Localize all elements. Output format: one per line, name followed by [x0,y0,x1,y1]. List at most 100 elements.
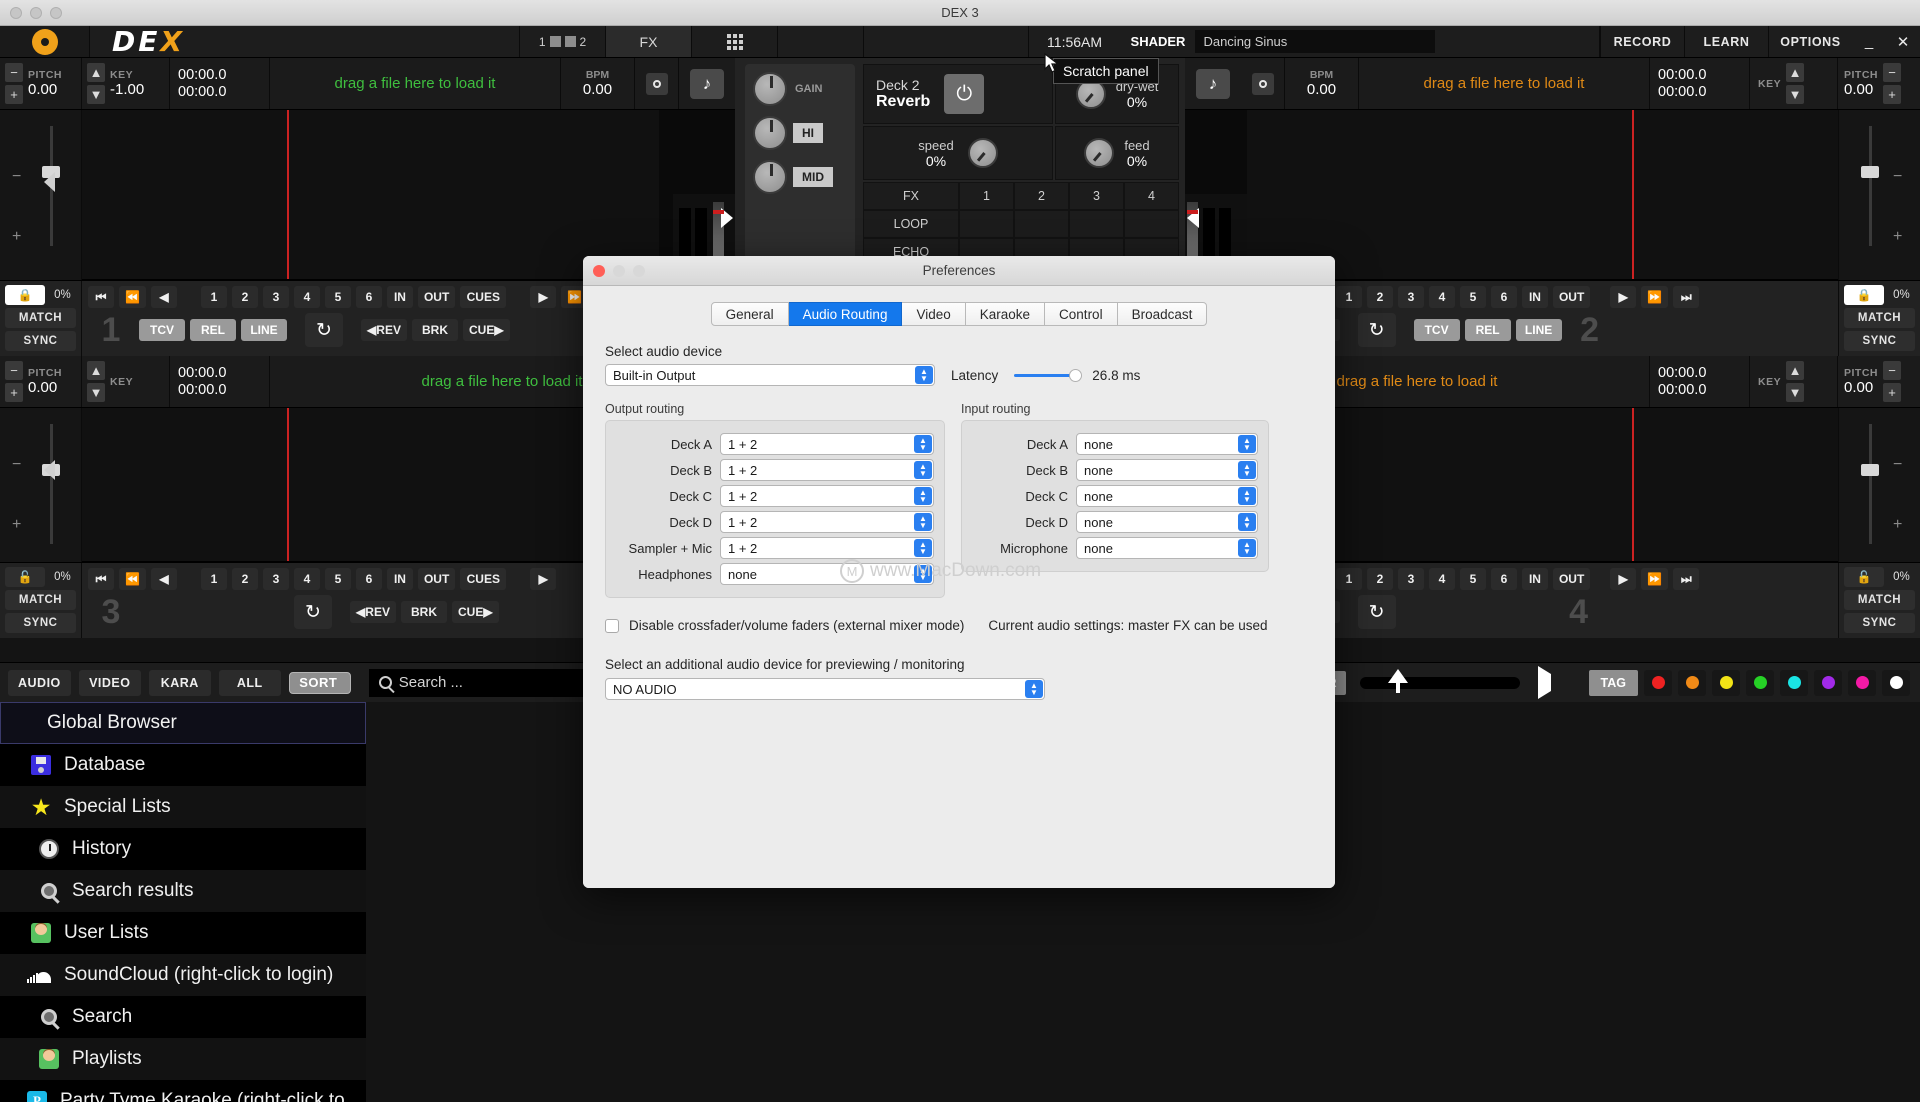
loop-toggle-icon-3[interactable]: ↻ [294,595,332,629]
gain-knob[interactable] [753,72,787,106]
match-button[interactable]: MATCH [5,308,76,328]
key-down-button-2[interactable]: ▼ [1786,85,1805,104]
learn-button[interactable]: LEARN [1684,26,1768,57]
fx-panel-button[interactable]: FX [606,26,692,57]
deck-1-key-control[interactable]: ▲ ▼ KEY -1.00 [82,58,170,109]
tab-audio-routing[interactable]: Audio Routing [788,302,903,326]
output-select-deck-d[interactable]: 1 + 2 ▲ ▼ [720,511,934,533]
hotcue-5[interactable]: 5 [324,286,351,308]
deck-1-waveform[interactable] [82,110,659,279]
tag-color-cyan[interactable] [1780,669,1808,696]
play-button-3[interactable]: ▶ [530,568,557,590]
sort-button[interactable]: SORT [288,671,351,694]
sidebar-item-special-lists[interactable]: ★ Special Lists [0,786,366,828]
pitch-range-value[interactable]: 0% [49,285,76,305]
keylock-button-4[interactable]: 🔓 [1844,567,1884,587]
input-select-deck-a[interactable]: none ▲ ▼ [1076,433,1258,455]
sync-button-3[interactable]: SYNC [5,613,76,633]
sync-button-2[interactable]: SYNC [1844,331,1915,351]
sidebar-item-playlists[interactable]: Playlists [0,1038,366,1080]
hotcue-2-1[interactable]: 1 [1335,286,1362,308]
pitch-down-button-3[interactable]: − [5,361,23,380]
loop-toggle-icon[interactable]: ↻ [305,313,343,347]
key-up-button[interactable]: ▲ [87,63,105,82]
deck-1-pitch-control[interactable]: − + PITCH 0.00 [0,58,82,109]
hotcue-2-4[interactable]: 4 [1428,286,1455,308]
deck-1-volume-fader[interactable]: + − [0,110,82,280]
tab-video[interactable]: Video [902,302,966,326]
loop-out-button-2[interactable]: OUT [1552,286,1591,308]
match-button-3[interactable]: MATCH [5,590,76,610]
deck-selector-1-2-button[interactable]: 12 [520,26,606,57]
sidebar-item-search-results[interactable]: Search results [0,870,366,912]
disable-faders-checkbox[interactable] [605,618,619,633]
line-button[interactable]: LINE [241,319,287,341]
key-up-button-2[interactable]: ▲ [1786,63,1805,82]
loop-slot-2[interactable] [1014,210,1069,238]
close-button[interactable]: ✕ [1886,26,1920,57]
minimize-button[interactable]: _ [1852,26,1886,57]
tag-color-white[interactable] [1882,669,1910,696]
step-back-button-3[interactable]: ◀ [150,568,177,590]
fx-slot-4[interactable]: 4 [1124,182,1179,210]
next-track-button-2[interactable]: ⏭ [1673,286,1700,308]
cue-start-button[interactable]: ⏮ [88,286,114,308]
pitch-range-value-3[interactable]: 0% [49,567,76,587]
options-button[interactable]: OPTIONS [1768,26,1852,57]
tag-color-yellow[interactable] [1712,669,1740,696]
output-select-sampler-mic[interactable]: 1 + 2 ▲ ▼ [720,537,934,559]
deck-2-pitch-control[interactable]: PITCH 0.00 − + [1838,58,1920,109]
reverse-button-3[interactable]: ◀REV [350,601,396,623]
filter-audio-button[interactable]: AUDIO [8,669,71,696]
output-select-deck-c[interactable]: 1 + 2 ▲ ▼ [720,485,934,507]
key-down-button-3[interactable]: ▼ [87,383,105,402]
cue-play-button[interactable]: CUE▶ [463,319,510,341]
mid-eq-knob[interactable] [753,160,787,194]
sidebar-item-search[interactable]: Search [0,996,366,1038]
tag-color-orange[interactable] [1678,669,1706,696]
rewind-button-3[interactable]: ⏪ [119,568,146,590]
crossfader-slider[interactable] [1359,668,1520,695]
play-button[interactable]: ▶ [530,286,557,308]
additional-device-select[interactable]: NO AUDIO ▲ ▼ [605,678,1045,700]
tab-general[interactable]: General [710,302,789,326]
hotcue-2-5[interactable]: 5 [1459,286,1486,308]
hi-eq-knob[interactable] [753,116,787,150]
pitch-range-value-4[interactable]: 0% [1888,567,1915,587]
loop-out-button-3[interactable]: OUT [417,568,456,590]
input-select-deck-d[interactable]: none ▲ ▼ [1076,511,1258,533]
key-up-button-3[interactable]: ▲ [87,361,105,380]
hotcue-3[interactable]: 3 [262,286,289,308]
hotcue-4-4[interactable]: 4 [1428,568,1455,590]
filter-video-button[interactable]: VIDEO [78,669,141,696]
deck-1-bpm[interactable]: BPM 0.00 [561,58,635,109]
input-select-deck-b[interactable]: none ▲ ▼ [1076,459,1258,481]
audio-device-select[interactable]: Built-in Output ▲ ▼ [605,364,935,386]
deck-4-volume-fader[interactable]: + − [1838,408,1920,562]
tag-color-green[interactable] [1746,669,1774,696]
deck-2-key-control[interactable]: KEY ▲ ▼ [1750,58,1838,109]
tag-color-purple[interactable] [1814,669,1842,696]
hotcue-2-2[interactable]: 2 [1366,286,1393,308]
pitch-down-button[interactable]: − [5,63,23,82]
sidebar-item-party-tyme-karaoke[interactable]: P Party Tyme Karaoke (right-click to [0,1080,366,1102]
hotcue-2-3[interactable]: 3 [1397,286,1424,308]
hotcue-4-2[interactable]: 2 [1366,568,1393,590]
tag-button[interactable]: TAG [1588,669,1638,696]
hotcue-2-6[interactable]: 6 [1490,286,1517,308]
loop-slot-3[interactable] [1069,210,1124,238]
hotcue-4-3[interactable]: 3 [1397,568,1424,590]
pitch-up-button-3[interactable]: + [5,383,23,402]
rel-button-2[interactable]: REL [1464,319,1511,341]
deck-3-key-control[interactable]: ▲ ▼ KEY [82,356,170,407]
filter-all-button[interactable]: ALL [218,669,281,696]
sidebar-item-user-lists[interactable]: User Lists [0,912,366,954]
hotcue-3-1[interactable]: 1 [200,568,227,590]
loop-in-button[interactable]: IN [386,286,413,308]
loop-toggle-icon-2[interactable]: ↻ [1357,313,1396,347]
rewind-button[interactable]: ⏪ [119,286,146,308]
tab-broadcast[interactable]: Broadcast [1117,302,1208,326]
key-up-button-4[interactable]: ▲ [1786,361,1805,380]
input-select-deck-c[interactable]: none ▲ ▼ [1076,485,1258,507]
hotcue-3-3[interactable]: 3 [262,568,289,590]
